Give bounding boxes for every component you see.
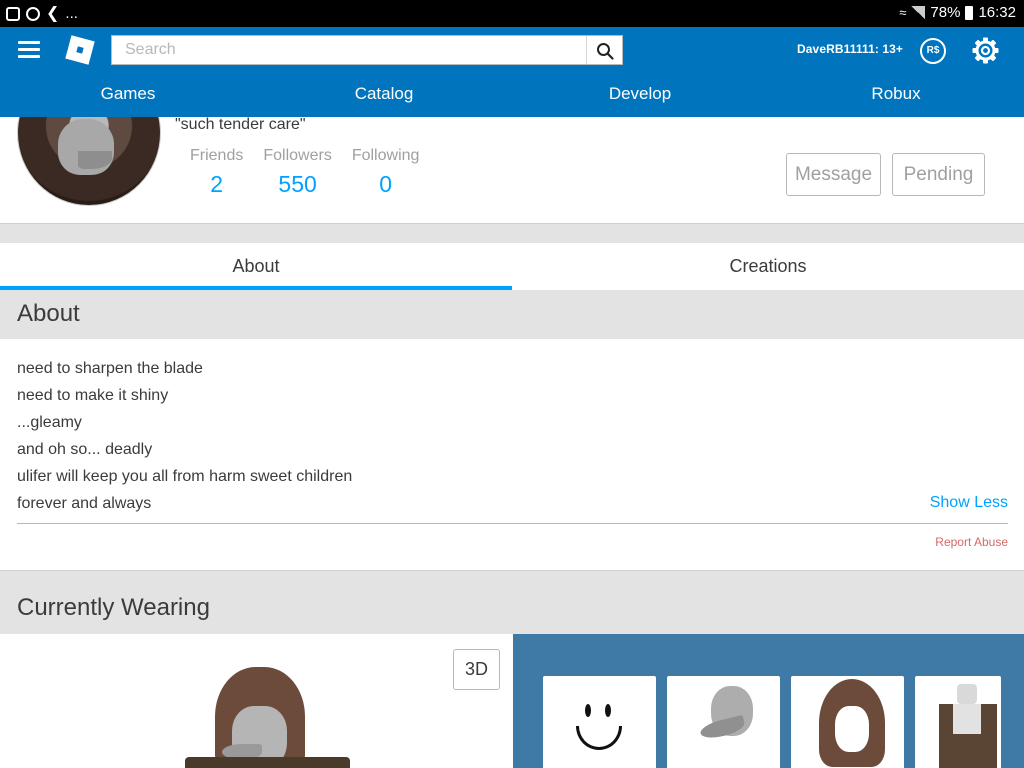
worn-item-face[interactable] [543,676,656,768]
view-3d-button[interactable]: 3D [453,649,500,690]
face-smile [576,726,622,750]
clock: 16:32 [978,4,1016,21]
hamburger-menu-icon[interactable] [18,41,40,59]
currently-wearing-heading: Currently Wearing [17,594,210,621]
hood-opening [835,706,869,752]
report-abuse-link[interactable]: Report Abuse [935,535,1008,549]
status-bar-right: ≈ 78% 16:32 [899,4,1016,21]
nav-develop[interactable]: Develop [512,80,768,117]
profile-tabs: About Creations [0,243,1024,291]
notification-icon [6,6,20,21]
bio-line: and oh so... deadly [17,441,153,458]
face-eye [585,704,591,717]
stat-label: Followers [263,147,332,164]
app-header: DaveRB11111: 13+ R$ Games Catalog Develo… [0,27,1024,117]
status-bar: ❮ ... ≈ 78% 16:32 [0,0,1024,27]
face-eye [605,704,611,717]
roblox-logo-icon[interactable] [65,35,95,65]
stat-followers[interactable]: Followers 550 [263,147,331,198]
worn-items-panel [513,634,1024,768]
search-button[interactable] [586,36,622,64]
status-bar-left: ❮ ... [6,5,78,22]
app-notification-icon [26,6,40,21]
wifi-icon: ≈ [899,5,907,20]
profile-stats: Friends 2 Followers 550 Following 0 [190,147,439,198]
stat-value: 2 [210,171,224,197]
nav-robux[interactable]: Robux [768,80,1024,117]
battery-percent: 78% [930,4,961,21]
divider [17,523,1008,524]
avatar[interactable] [17,117,161,206]
worn-item-mask[interactable] [667,676,780,768]
tab-about[interactable]: About [0,243,512,290]
stat-value: 0 [379,171,393,197]
bio-text: need to sharpen the blade need to make i… [17,358,352,520]
bio-line: need to sharpen the blade [17,360,203,377]
tab-creations[interactable]: Creations [512,243,1024,290]
avatar-shoulders [185,757,350,768]
robux-icon[interactable]: R$ [920,38,946,64]
package-head [957,684,977,704]
pending-button[interactable]: Pending [892,153,985,196]
about-heading: About [17,300,80,327]
account-username[interactable]: DaveRB11111: 13+ [797,42,903,56]
battery-icon [965,5,974,20]
stat-label: Friends [190,147,244,164]
bio-line: ...gleamy [17,414,82,431]
worn-item-hood[interactable] [791,676,904,768]
profile-status: "such tender care" [175,117,306,133]
mask-beak [698,714,747,742]
bio-line: ulifer will keep you all from harm sweet… [17,468,353,485]
nav-games[interactable]: Games [0,80,256,117]
main-nav: Games Catalog Develop Robux [0,80,1024,117]
stat-friends[interactable]: Friends 2 [190,147,243,198]
signal-icon [911,6,926,19]
search-input[interactable] [112,36,586,64]
search-bar [111,35,623,65]
about-section: need to sharpen the blade need to make i… [0,339,1024,571]
profile-header-card: "such tender care" Friends 2 Followers 5… [0,117,1024,224]
bio-line: forever and always [17,495,152,512]
settings-gear-icon[interactable] [972,37,999,64]
avatar-preview: 3D [0,634,513,768]
nav-catalog[interactable]: Catalog [256,80,512,117]
more-notifications: ... [65,5,78,22]
show-less-link[interactable]: Show Less [930,494,1008,512]
stat-following[interactable]: Following 0 [352,147,420,198]
magnifier-icon [597,43,614,60]
package-shirt [953,704,981,734]
stat-label: Following [351,147,420,164]
bio-line: need to make it shiny [17,387,169,404]
stat-value: 550 [278,171,317,197]
back-arrow-icon: ❮ [46,4,60,22]
worn-item-package[interactable] [915,676,1001,768]
message-button[interactable]: Message [786,153,881,196]
